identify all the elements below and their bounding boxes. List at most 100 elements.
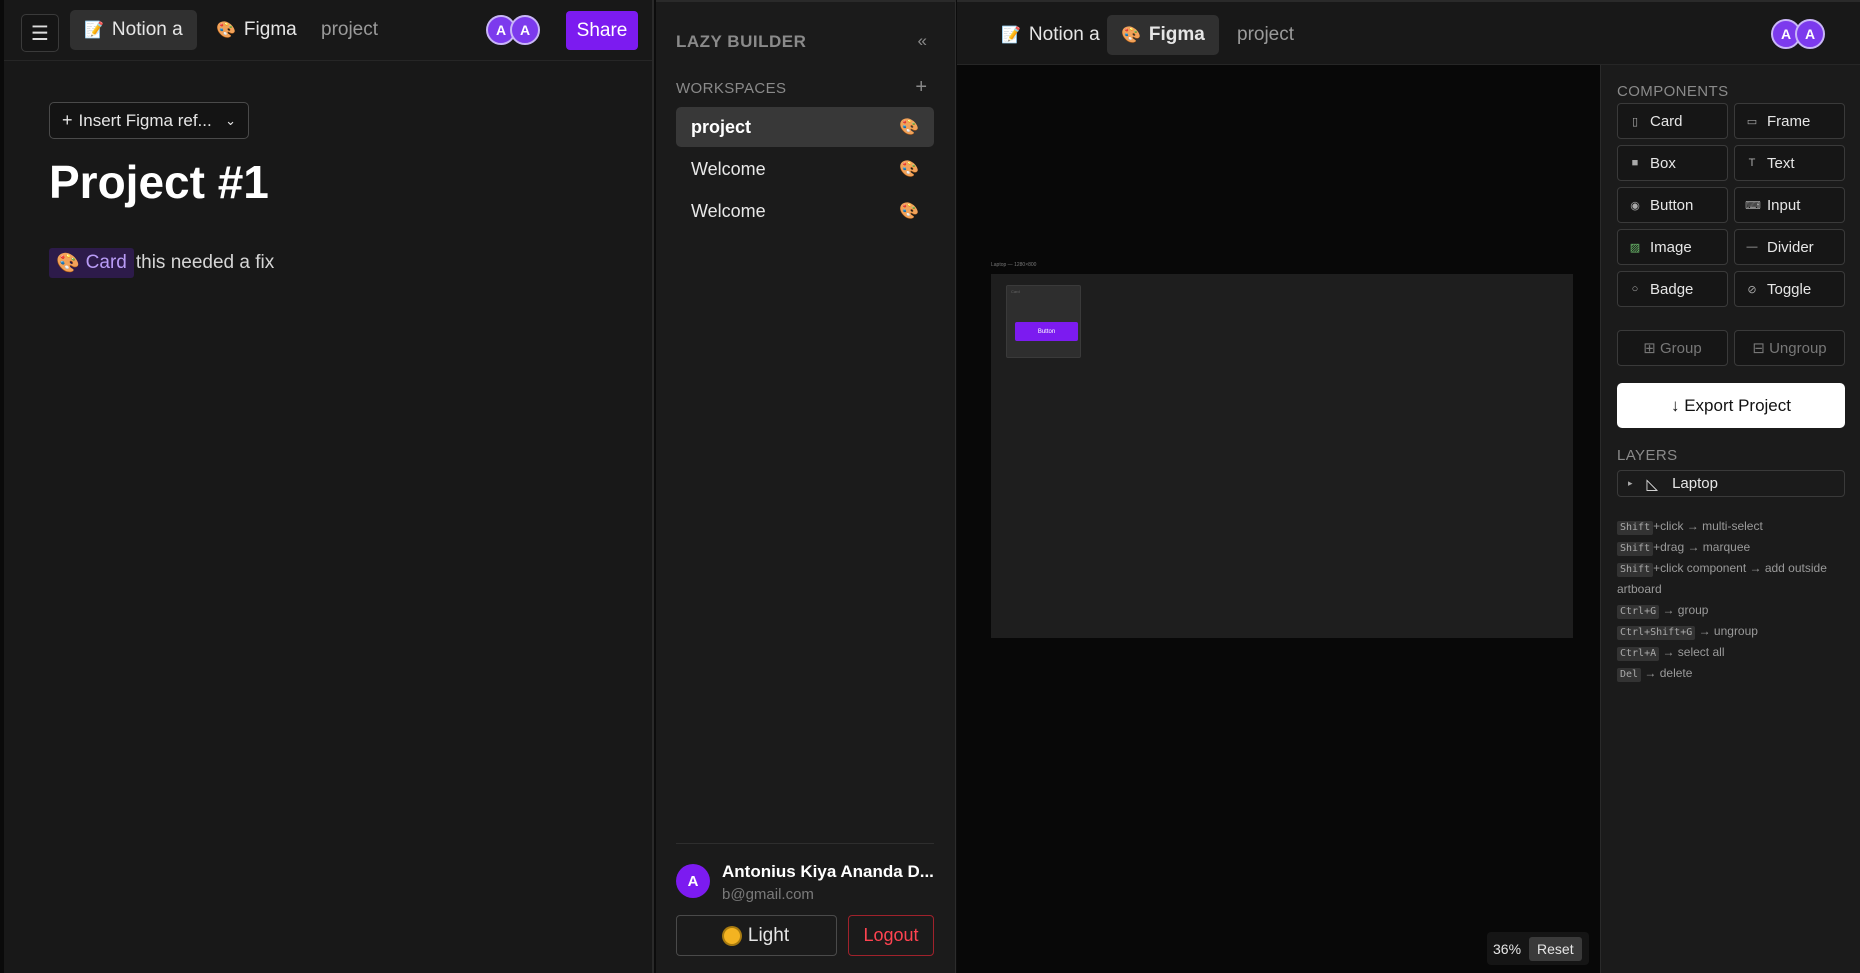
shortcut-hint: Shift +click component → add outside artb… (1617, 558, 1847, 600)
laptop-frame-icon: ◺ (1646, 475, 1659, 493)
component-box-button[interactable]: ■ Box (1617, 145, 1728, 181)
collapse-sidebar-icon[interactable]: « (918, 31, 927, 51)
page-body-line: 🎨 Card this needed a fix (49, 248, 274, 278)
plus-icon: + (62, 110, 73, 130)
layer-item[interactable]: ▸ ◺ Laptop (1617, 470, 1845, 497)
layer-name: Laptop (1672, 475, 1718, 492)
insert-figma-ref-label: Insert Figma ref... (78, 110, 212, 130)
card-element[interactable]: Card Button (1006, 285, 1081, 358)
palette-icon: 🎨 (216, 22, 236, 39)
layers-heading: LAYERS (1617, 447, 1678, 464)
component-label: Input (1767, 196, 1801, 214)
tab-figma[interactable]: 🎨 Figma (202, 10, 311, 50)
avatar[interactable]: A (1795, 19, 1825, 49)
component-image-button[interactable]: ▨ Image (1617, 229, 1728, 265)
page-title: Project #1 (49, 156, 269, 208)
tab-project-label: project (1237, 24, 1295, 45)
box-icon: ■ (1631, 157, 1639, 169)
avatar[interactable]: A (510, 15, 540, 45)
shortcut-hint: Ctrl+A → select all (1617, 642, 1847, 663)
tab-project[interactable]: project (1223, 15, 1308, 55)
figma-editor: 📝 Notion a 🎨 Figma project A A Laptop — … (957, 0, 1860, 973)
workspace-item[interactable]: Welcome 🎨 (676, 191, 934, 231)
chip-label: Card (85, 252, 127, 273)
button-element[interactable]: Button (1015, 322, 1078, 341)
zoom-level: 36% (1493, 940, 1522, 957)
image-icon: ▨ (1629, 241, 1641, 254)
chevron-down-icon: ⌄ (225, 112, 236, 128)
theme-toggle-button[interactable]: Light (676, 915, 837, 956)
palette-icon: 🎨 (899, 203, 919, 220)
logout-button[interactable]: Logout (848, 915, 934, 956)
toggle-icon: ⊘ (1747, 283, 1757, 296)
expand-triangle-icon[interactable]: ▸ (1628, 478, 1633, 489)
component-label: Frame (1767, 112, 1811, 130)
kbd-key: Shift (1617, 563, 1654, 577)
palette-icon: 🎨 (1121, 27, 1141, 44)
notion-topbar: ☰ 📝 Notion a 🎨 Figma project A A Share (4, 0, 652, 61)
design-canvas[interactable]: Laptop — 1280×800 Card Button 36% Reset (957, 65, 1600, 973)
text-icon: T (1748, 157, 1756, 169)
tab-figma-label: Figma (1148, 24, 1205, 45)
component-input-button[interactable]: ⌨ Input (1734, 187, 1845, 223)
kbd-key: Ctrl+Shift+G (1617, 626, 1696, 640)
component-label: Button (1650, 196, 1694, 214)
group-button[interactable]: ⊞ Group (1617, 330, 1728, 366)
workspaces-label: WORKSPACES (676, 80, 787, 97)
workspace-sidebar: LAZY BUILDER « WORKSPACES + project 🎨 We… (656, 0, 956, 973)
notion-page-icon: 📝 (84, 22, 104, 39)
ungroup-button[interactable]: ⊟ Ungroup (1734, 330, 1845, 366)
zoom-control: 36% Reset (1487, 932, 1589, 965)
kbd-key: Del (1617, 668, 1642, 682)
workspace-item[interactable]: Welcome 🎨 (676, 149, 934, 189)
components-panel: COMPONENTS ▯ Card ▭ Frame ■ Box T Text ◉ Butt… (1600, 65, 1860, 973)
component-label: Text (1767, 154, 1795, 172)
app-root: ☰ 📝 Notion a 🎨 Figma project A A Share +… (0, 0, 1860, 973)
components-heading: COMPONENTS (1617, 83, 1729, 100)
reset-zoom-button[interactable]: Reset (1529, 936, 1582, 961)
add-workspace-icon[interactable]: + (915, 76, 927, 99)
component-label: Card (1650, 112, 1683, 130)
component-label: Toggle (1767, 280, 1812, 298)
hint-text: → ungroup (1695, 624, 1758, 638)
component-badge-button[interactable]: ○ Badge (1617, 271, 1728, 307)
brand-title: LAZY BUILDER (676, 32, 807, 51)
shortcut-hint: Del → delete (1617, 663, 1847, 684)
component-divider-button[interactable]: — Divider (1734, 229, 1845, 265)
artboard[interactable]: Card Button (991, 274, 1573, 638)
tab-notion-label: Notion a (1028, 24, 1100, 45)
insert-figma-ref-dropdown[interactable]: + Insert Figma ref... ⌄ (49, 102, 249, 139)
component-frame-button[interactable]: ▭ Frame (1734, 103, 1845, 139)
sun-icon (723, 927, 740, 944)
collaborator-avatars: A A (1771, 19, 1825, 49)
share-button[interactable]: Share (566, 11, 638, 50)
menu-button[interactable]: ☰ (21, 14, 59, 52)
workspace-item-label: Welcome (691, 158, 766, 179)
tab-notion[interactable]: 📝 Notion a (987, 15, 1114, 55)
tab-figma-label: Figma (243, 19, 297, 40)
notion-page-icon: 📝 (1001, 27, 1021, 44)
user-email: b@gmail.com (722, 886, 814, 903)
shortcut-hint: Ctrl+G → group (1617, 600, 1847, 621)
component-card-button[interactable]: ▯ Card (1617, 103, 1728, 139)
workspace-item-label: project (691, 116, 752, 137)
kbd-key: Shift (1617, 521, 1654, 535)
component-text-button[interactable]: T Text (1734, 145, 1845, 181)
tab-project[interactable]: project (307, 10, 392, 50)
divider-icon: — (1746, 241, 1758, 253)
component-toggle-button[interactable]: ⊘ Toggle (1734, 271, 1845, 307)
shortcut-hint: Shift +click → multi-select (1617, 516, 1847, 537)
notion-pane: ☰ 📝 Notion a 🎨 Figma project A A Share +… (0, 0, 654, 973)
body-text[interactable]: this needed a fix (136, 252, 274, 274)
shortcut-hint: Shift +drag → marquee (1617, 537, 1847, 558)
component-button-button[interactable]: ◉ Button (1617, 187, 1728, 223)
editor-topbar: 📝 Notion a 🎨 Figma project A A (957, 2, 1860, 65)
figma-ref-chip[interactable]: 🎨 Card (49, 248, 134, 278)
tab-notion[interactable]: 📝 Notion a (70, 10, 197, 50)
shortcut-hint: Ctrl+Shift+G → ungroup (1617, 621, 1847, 642)
workspace-item[interactable]: project 🎨 (676, 107, 934, 147)
tab-figma[interactable]: 🎨 Figma (1107, 15, 1219, 55)
divider (676, 843, 934, 844)
hint-text: → select all (1659, 645, 1725, 659)
export-project-button[interactable]: ↓ Export Project (1617, 383, 1845, 428)
